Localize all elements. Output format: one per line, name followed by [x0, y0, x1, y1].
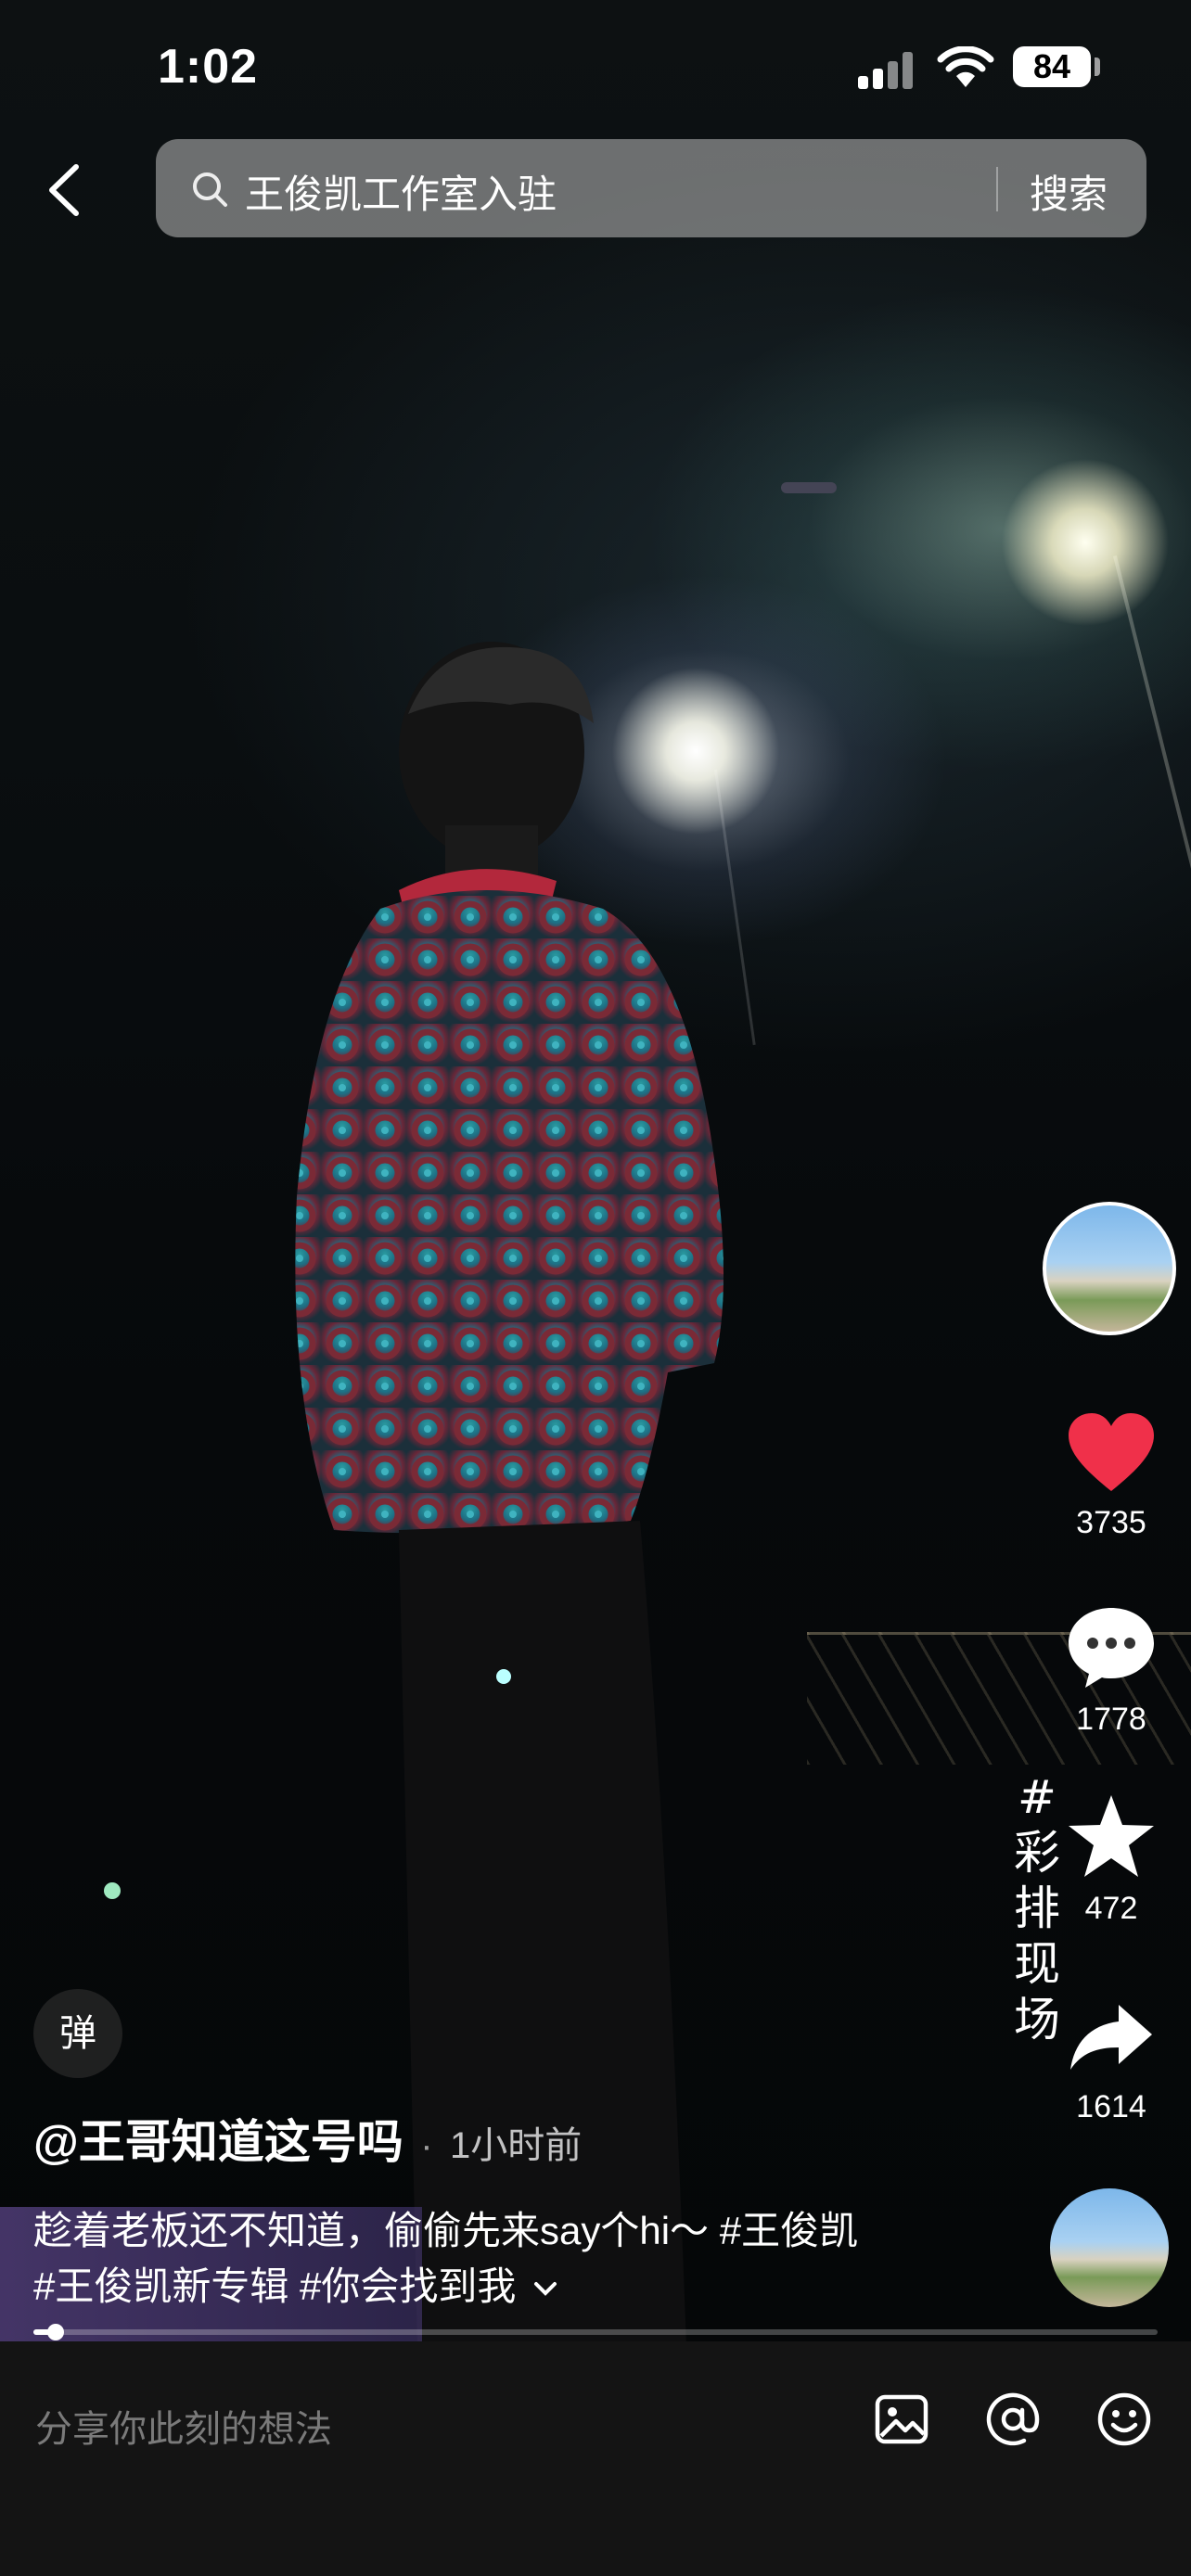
- heart-icon[interactable]: [1065, 1409, 1158, 1495]
- search-button[interactable]: 搜索: [1030, 163, 1108, 220]
- music-disc-avatar[interactable]: [1050, 2188, 1169, 2307]
- comment-count: 1778: [1076, 1702, 1146, 1737]
- comment-bar: 分享你此刻的想法: [0, 2341, 1191, 2576]
- caption-line-1: 趁着老板还不知道，偷偷先来say个hi～ #王俊凯: [33, 2200, 858, 2256]
- handwritten-overlay-text: #彩排现场: [1014, 1770, 1060, 2047]
- favorite-count: 472: [1084, 1891, 1138, 1926]
- author-line: @王哥知道这号吗 · 1小时前: [33, 2105, 582, 2172]
- status-bar: 1:02 84: [0, 0, 1191, 139]
- wifi-icon: [937, 46, 994, 87]
- search-query[interactable]: 王俊凯工作室入驻: [245, 163, 557, 220]
- crowd-light: [496, 1669, 511, 1684]
- chevron-down-icon[interactable]: [532, 2280, 558, 2299]
- danmu-toggle-button[interactable]: 弹: [33, 1989, 122, 2078]
- crowd-light: [104, 1882, 121, 1899]
- caption-text: 趁着老板还不知道，偷偷先来say个hi～: [33, 2209, 720, 2252]
- comment-action[interactable]: 1778: [1046, 1602, 1176, 1738]
- search-icon: [193, 172, 227, 207]
- search-divider: [996, 167, 998, 211]
- meta-separator: ·: [420, 2125, 433, 2166]
- battery-tip: [1095, 57, 1100, 76]
- emoji-icon[interactable]: [1095, 2390, 1154, 2449]
- comment-bubble-icon[interactable]: [1065, 1602, 1158, 1691]
- video-progress-bar[interactable]: [33, 2324, 1158, 2340]
- post-time: 1小时前: [450, 2125, 583, 2166]
- performer-figure: [295, 642, 724, 2341]
- image-icon[interactable]: [872, 2390, 931, 2449]
- favorite-action[interactable]: 472: [1046, 1792, 1176, 1927]
- mention-icon[interactable]: [983, 2390, 1043, 2449]
- cellular-signal-icon: [858, 52, 917, 89]
- like-action[interactable]: 3735: [1046, 1409, 1176, 1541]
- clock: 1:02: [158, 40, 259, 94]
- light-beam: [1113, 555, 1191, 1007]
- search-bar[interactable]: 王俊凯工作室入驻 搜索: [156, 139, 1146, 237]
- author-avatar[interactable]: [1043, 1202, 1176, 1335]
- share-action[interactable]: 1614: [1046, 1996, 1176, 2125]
- hashtag-link[interactable]: #王俊凯: [720, 2209, 858, 2252]
- battery-indicator: 84: [1013, 46, 1091, 87]
- drone-silhouette: [781, 482, 837, 493]
- author-name[interactable]: @王哥知道这号吗: [33, 2116, 403, 2168]
- back-arrow-icon[interactable]: [37, 158, 93, 223]
- caption-line-2: #王俊凯新专辑 #你会找到我: [33, 2255, 558, 2312]
- comment-input[interactable]: 分享你此刻的想法: [35, 2399, 332, 2453]
- share-arrow-icon[interactable]: [1065, 1996, 1158, 2079]
- like-count: 3735: [1076, 1505, 1146, 1540]
- hashtag-links[interactable]: #王俊凯新专辑 #你会找到我: [33, 2264, 516, 2308]
- star-icon[interactable]: [1065, 1792, 1158, 1881]
- share-count: 1614: [1076, 2089, 1146, 2124]
